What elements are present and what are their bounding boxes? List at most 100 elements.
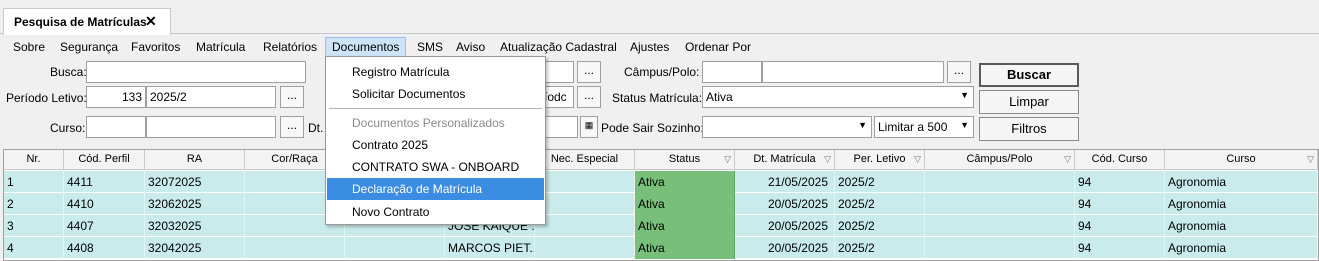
menu-documentos[interactable]: Documentos <box>325 37 407 58</box>
pode-sair-label: Pode Sair Sozinho: <box>601 121 704 135</box>
cell-cod-curso: 94 <box>1075 171 1165 193</box>
curso-code-input[interactable] <box>86 116 146 138</box>
filtros-button[interactable]: Filtros <box>979 117 1079 141</box>
col-header-campus-label: Câmpus/Polo <box>966 153 1033 165</box>
cell-perfil: 4407 <box>64 215 145 237</box>
cell-nr: 4 <box>4 237 64 259</box>
col-header-ra[interactable]: RA <box>145 150 245 170</box>
cell-campus <box>925 215 1075 237</box>
cell-cod-curso: 94 <box>1075 215 1165 237</box>
col-header-dt-matricula[interactable]: Dt. Matrícula ▽ <box>735 150 835 170</box>
menu-relatorios[interactable]: Relatórios <box>263 39 317 57</box>
filter-icon[interactable]: ▽ <box>1064 150 1071 169</box>
periodo-lookup-button[interactable]: ... <box>280 86 304 108</box>
col-header-campus[interactable]: Câmpus/Polo ▽ <box>925 150 1075 170</box>
cell-dt: 20/05/2025 <box>735 237 835 259</box>
periodo-code-input[interactable]: 133 <box>86 86 146 108</box>
menu-atualizacao-cadastral[interactable]: Atualização Cadastral <box>500 39 617 57</box>
cell-perfil: 4411 <box>64 171 145 193</box>
campus-code-input[interactable] <box>702 61 762 83</box>
menu-separator <box>329 108 542 109</box>
cell-nome: MARCOS PIET... <box>445 237 535 259</box>
close-icon[interactable]: ✕ <box>145 13 157 30</box>
curso-input[interactable] <box>146 116 276 138</box>
campus-lookup-button[interactable]: ... <box>947 61 971 83</box>
mid-lookup-button[interactable]: ... <box>577 61 601 83</box>
col-header-status[interactable]: Status ▽ <box>635 150 735 170</box>
mid-lookup-button-2[interactable]: ... <box>577 86 601 108</box>
menu-matricula[interactable]: Matrícula <box>196 39 245 57</box>
table-row[interactable]: 3 4407 32032025 JOSE KAIQUE ... Ativa 20… <box>4 215 1318 237</box>
pode-sair-select[interactable]: ▼ <box>702 116 872 138</box>
cell-status: Ativa <box>635 193 735 215</box>
tab-strip: Pesquisa de Matrículas ✕ <box>0 0 1319 35</box>
curso-lookup-button[interactable]: ... <box>280 116 304 138</box>
menu-item-novo-contrato[interactable]: Novo Contrato <box>327 201 544 223</box>
col-header-per-letivo[interactable]: Per. Letivo ▽ <box>835 150 925 170</box>
cell-ra: 32072025 <box>145 171 245 193</box>
menu-sms[interactable]: SMS <box>417 39 443 57</box>
cell-campus <box>925 193 1075 215</box>
filter-icon[interactable]: ▽ <box>1307 150 1314 169</box>
cell-nec <box>535 171 635 193</box>
tab-pesquisa-matriculas[interactable]: Pesquisa de Matrículas ✕ <box>3 8 171 35</box>
status-select[interactable]: Ativa ▼ <box>702 86 974 108</box>
buscar-button[interactable]: Buscar <box>979 63 1079 87</box>
menu-item-contrato-2025[interactable]: Contrato 2025 <box>327 134 544 156</box>
status-select-value: Ativa <box>706 90 733 104</box>
cell-hidden-1 <box>345 237 445 259</box>
table-row[interactable]: 2 4410 32062025 Ativa 20/05/2025 2025/2 … <box>4 193 1318 215</box>
limit-select[interactable]: Limitar a 500 ▼ <box>874 116 974 138</box>
col-header-dt-label: Dt. Matrícula <box>753 153 816 165</box>
limpar-button[interactable]: Limpar <box>979 90 1079 114</box>
campus-name-input[interactable] <box>762 61 944 83</box>
chevron-down-icon: ▼ <box>960 120 969 130</box>
table-row[interactable]: 1 4411 32072025 Ativa 21/05/2025 2025/2 … <box>4 171 1318 193</box>
menu-aviso[interactable]: Aviso <box>456 39 485 57</box>
cell-nec <box>535 193 635 215</box>
cell-cod-curso: 94 <box>1075 237 1165 259</box>
periodo-label: Período Letivo: <box>6 91 87 105</box>
cell-per: 2025/2 <box>835 237 925 259</box>
filter-icon[interactable]: ▽ <box>914 150 921 169</box>
documentos-dropdown-menu: Registro Matrícula Solicitar Documentos … <box>325 56 546 225</box>
curso-label: Curso: <box>50 121 86 135</box>
menu-ajustes[interactable]: Ajustes <box>630 39 669 57</box>
chevron-down-icon: ▼ <box>858 120 867 130</box>
periodo-input[interactable]: 2025/2 <box>146 86 276 108</box>
menu-seguranca[interactable]: Segurança <box>60 39 118 57</box>
chevron-down-icon: ▼ <box>960 90 969 100</box>
cell-campus <box>925 171 1075 193</box>
cell-per: 2025/2 <box>835 193 925 215</box>
cell-nec <box>535 237 635 259</box>
menu-item-contrato-swa-onboard[interactable]: CONTRATO SWA - ONBOARD <box>327 156 544 178</box>
limit-select-value: Limitar a 500 <box>878 120 948 134</box>
col-header-cod-curso[interactable]: Cód. Curso <box>1075 150 1165 170</box>
cell-status: Ativa <box>635 171 735 193</box>
col-header-nr[interactable]: Nr. <box>4 150 64 170</box>
menu-item-documentos-personalizados: Documentos Personalizados <box>352 116 505 130</box>
table-row[interactable]: 4 4408 32042025 MARCOS PIET... Ativa 20/… <box>4 237 1318 259</box>
col-header-curso[interactable]: Curso ▽ <box>1165 150 1318 170</box>
busca-label: Busca: <box>50 65 87 79</box>
cell-cor <box>245 237 345 259</box>
menu-item-declaracao-matricula[interactable]: Declaração de Matrícula <box>327 178 544 200</box>
menu-ordenar-por[interactable]: Ordenar Por <box>685 39 751 57</box>
col-header-curso-label: Curso <box>1226 153 1256 165</box>
calendar-icon[interactable]: ▦ <box>580 116 598 138</box>
cell-curso: Agronomia <box>1165 171 1318 193</box>
filter-icon[interactable]: ▽ <box>724 150 731 169</box>
menu-favoritos[interactable]: Favoritos <box>131 39 180 57</box>
menu-item-solicitar-documentos[interactable]: Solicitar Documentos <box>327 83 544 105</box>
menu-sobre[interactable]: Sobre <box>13 39 45 57</box>
menu-item-registro-matricula[interactable]: Registro Matrícula <box>327 61 544 83</box>
col-header-nec-especial[interactable]: Nec. Especial <box>535 150 635 170</box>
cell-status: Ativa <box>635 215 735 237</box>
status-label: Status Matrícula: <box>612 91 703 105</box>
filter-icon[interactable]: ▽ <box>824 150 831 169</box>
col-header-cod-perfil[interactable]: Cód. Perfil <box>64 150 145 170</box>
busca-input[interactable] <box>86 61 306 83</box>
cell-per: 2025/2 <box>835 215 925 237</box>
cell-nr: 1 <box>4 171 64 193</box>
results-grid[interactable]: Nr. Cód. Perfil RA Cor/Raça Nec. Especia… <box>3 149 1319 261</box>
